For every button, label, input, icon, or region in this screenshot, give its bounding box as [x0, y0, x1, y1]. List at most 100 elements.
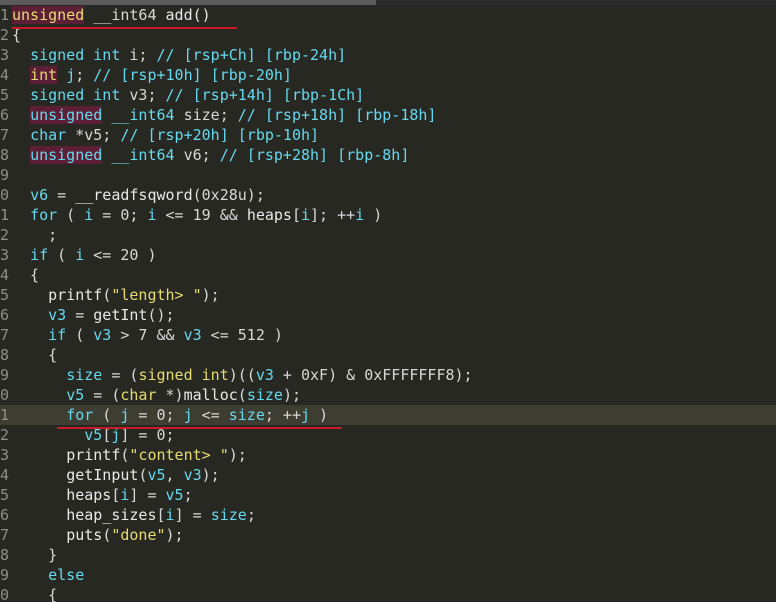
- code-text: unsigned __int64 v6; // [rsp+28h] [rbp-8…: [12, 145, 409, 165]
- code-token: ,: [165, 466, 184, 484]
- code-token: v3;: [120, 86, 166, 104]
- code-line[interactable]: 5 heaps[i] = v5;: [0, 485, 776, 505]
- code-line[interactable]: 4 int j; // [rsp+10h] [rbp-20h]: [0, 65, 776, 85]
- code-token: ] =: [174, 506, 211, 524]
- line-number: 0: [0, 186, 10, 204]
- code-text: heaps[i] = v5;: [12, 485, 193, 505]
- code-line[interactable]: 8 }: [0, 545, 776, 565]
- code-line[interactable]: 8 {: [0, 345, 776, 365]
- pseudocode-editor[interactable]: 1 unsigned __int64 add() 2 {3 signed int i;…: [0, 0, 776, 602]
- line-number: 3: [0, 446, 10, 464]
- code-line[interactable]: 9: [0, 165, 776, 185]
- code-token: "content> ": [129, 446, 229, 464]
- code-token: ;: [12, 226, 58, 244]
- code-token: unsigned: [12, 6, 85, 24]
- code-token: int: [30, 66, 58, 84]
- code-line[interactable]: 2 ;: [0, 225, 776, 245]
- code-token: ;: [183, 486, 193, 504]
- code-token: for: [30, 206, 58, 224]
- code-line[interactable]: 4 {: [0, 265, 776, 285]
- line-number: 2: [0, 26, 10, 44]
- code-token: add(): [165, 6, 211, 24]
- code-line[interactable]: 3 if ( i <= 20 ): [0, 245, 776, 265]
- code-line[interactable]: 6 heap_sizes[i] = size;: [0, 505, 776, 525]
- red-underline-add: [12, 27, 237, 29]
- code-line[interactable]: 9 else: [0, 565, 776, 585]
- code-line[interactable]: 1 for ( j = 0; j <= size; ++j ): [0, 405, 776, 425]
- code-line[interactable]: 0 v5 = (char *)malloc(size);: [0, 385, 776, 405]
- code-token: char: [30, 126, 67, 144]
- code-text: else: [12, 565, 84, 585]
- code-text: {: [12, 345, 57, 365]
- code-token: signed int: [30, 86, 121, 104]
- line-number: 5: [0, 286, 10, 304]
- code-token: + 0xF) & 0xFFFFFFF8);: [273, 366, 473, 384]
- code-text: for ( j = 0; j <= size; ++j ): [12, 405, 328, 425]
- code-token: j: [301, 406, 311, 424]
- code-line[interactable]: 5 signed int v3; // [rsp+14h] [rbp-1Ch]: [0, 85, 776, 105]
- code-line[interactable]: 7 if ( v3 > 7 && v3 <= 512 ): [0, 325, 776, 345]
- code-text: size = (signed int)((v3 + 0xF) & 0xFFFFF…: [12, 365, 473, 385]
- code-text: heap_sizes[i] = size;: [12, 505, 256, 525]
- code-token: {: [12, 346, 58, 364]
- code-token: puts: [66, 526, 103, 544]
- code-token: [: [156, 506, 166, 524]
- code-line[interactable]: 8 unsigned __int64 v6; // [rsp+28h] [rbp…: [0, 145, 776, 165]
- line-number: 3: [0, 246, 10, 264]
- code-line[interactable]: 5 printf("length> ");: [0, 285, 776, 305]
- code-token: // [rsp+20h] [rbp-10h]: [120, 126, 320, 144]
- code-line[interactable]: 4 getInput(v5, v3);: [0, 465, 776, 485]
- red-underline-for-loop: [57, 427, 342, 429]
- code-token: = (: [102, 366, 139, 384]
- code-line[interactable]: 3 printf("content> ");: [0, 445, 776, 465]
- code-token: );: [282, 386, 301, 404]
- line-number: 9: [0, 366, 10, 384]
- line-number: 4: [0, 466, 10, 484]
- code-token: v6;: [174, 146, 220, 164]
- code-token: <= 19 &&: [156, 206, 247, 224]
- code-token: v5: [147, 466, 166, 484]
- code-line[interactable]: 0 {: [0, 585, 776, 602]
- code-line[interactable]: 6 unsigned __int64 size; // [rsp+18h] [r…: [0, 105, 776, 125]
- code-token: );: [201, 466, 220, 484]
- code-token: ;: [246, 506, 256, 524]
- code-line[interactable]: 7 puts("done");: [0, 525, 776, 545]
- line-number: 7: [0, 326, 10, 344]
- code-token: signed int: [30, 46, 121, 64]
- code-token: );: [228, 446, 247, 464]
- code-line[interactable]: 1 unsigned __int64 add(): [0, 5, 776, 25]
- line-number: 3: [0, 46, 10, 64]
- line-number: 9: [0, 166, 10, 184]
- code-line[interactable]: 6 v3 = getInt();: [0, 305, 776, 325]
- code-line[interactable]: 9 size = (signed int)((v3 + 0xF) & 0xFFF…: [0, 365, 776, 385]
- code-token: size: [246, 386, 283, 404]
- code-line[interactable]: 7 char *v5; // [rsp+20h] [rbp-10h]: [0, 125, 776, 145]
- code-token: size: [210, 506, 247, 524]
- line-number: 4: [0, 266, 10, 284]
- code-token: __int64: [111, 106, 175, 124]
- code-token: ;: [75, 66, 94, 84]
- code-token: v6: [30, 186, 49, 204]
- code-token: {: [12, 266, 40, 284]
- line-number: 6: [0, 106, 10, 124]
- code-token: size: [66, 366, 103, 384]
- code-line[interactable]: 3 signed int i; // [rsp+Ch] [rbp-24h]: [0, 45, 776, 65]
- code-token: = (: [84, 386, 121, 404]
- code-token: v3: [255, 366, 274, 384]
- code-token: for: [66, 406, 94, 424]
- code-token: __int64: [84, 6, 166, 24]
- code-token: ] =: [129, 486, 166, 504]
- code-token: char: [120, 386, 157, 404]
- code-line[interactable]: 1 for ( i = 0; i <= 19 && heaps[i]; ++i …: [0, 205, 776, 225]
- line-number: 8: [0, 146, 10, 164]
- code-line[interactable]: 0 v6 = __readfsqword(0x28u);: [0, 185, 776, 205]
